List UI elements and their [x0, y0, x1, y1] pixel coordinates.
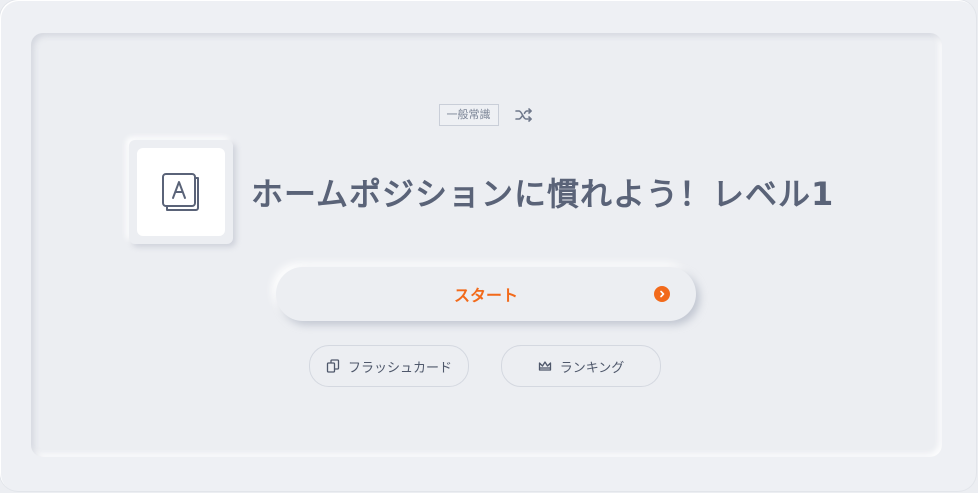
quiz-card: 一般常識 ホームポジションに慣れよう！レベル1 スタート フラッシュカード ラン…	[31, 33, 942, 457]
tag-row: 一般常識	[31, 104, 942, 126]
chevron-right-icon	[654, 286, 670, 302]
crown-icon	[538, 359, 552, 373]
start-button[interactable]: スタート	[276, 267, 696, 321]
quiz-icon-frame	[129, 140, 233, 244]
flashcard-button[interactable]: フラッシュカード	[309, 345, 469, 387]
title-row: ホームポジションに慣れよう！レベル1	[129, 140, 834, 244]
category-tag[interactable]: 一般常識	[438, 104, 499, 126]
start-button-label: スタート	[453, 286, 518, 305]
cards-icon	[326, 359, 340, 373]
shuffle-icon[interactable]	[513, 106, 535, 124]
quiz-title: ホームポジションに慣れよう！レベル1	[251, 175, 835, 213]
flashcard-button-label: フラッシュカード	[347, 360, 452, 376]
ranking-button[interactable]: ランキング	[501, 345, 661, 387]
keyboard-key-icon	[137, 148, 225, 236]
outer-card: 一般常識 ホームポジションに慣れよう！レベル1 スタート フラッシュカード ラン…	[0, 0, 976, 491]
ranking-button-label: ランキング	[559, 360, 625, 376]
